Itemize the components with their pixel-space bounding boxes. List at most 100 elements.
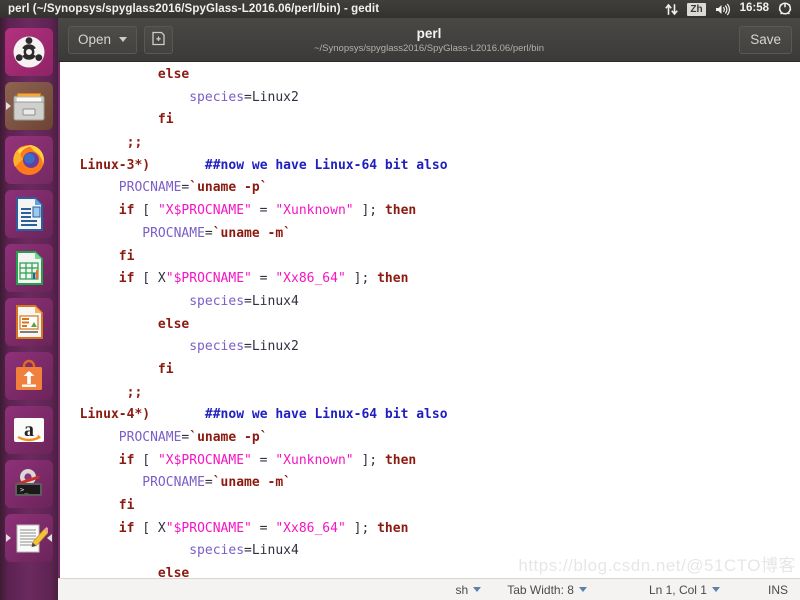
page-subtitle-path: ~/Synopsys/spyglass2016/SpyGlass-L2016.0…	[314, 42, 544, 54]
input-method-indicator[interactable]: Zh	[687, 2, 706, 16]
code-line[interactable]: if [ X"$PROCNAME" = "Xx86_64" ]; then	[60, 518, 800, 541]
code-token: "$PROCNAME"	[165, 520, 252, 536]
insert-mode-indicator[interactable]: INS	[768, 583, 788, 597]
code-token: ];	[345, 271, 378, 287]
source-code-view[interactable]: else species=Linux2 fi ;; Linux-3*) ##no…	[60, 64, 800, 578]
launcher-item-libreoffice-calc[interactable]	[5, 244, 53, 292]
code-line[interactable]: else	[60, 314, 800, 337]
code-line[interactable]: if [ X"$PROCNAME" = "Xx86_64" ]; then	[60, 268, 800, 291]
code-token: =Linux4	[244, 543, 299, 559]
code-line[interactable]: if [ "X$PROCNAME" = "Xunknown" ]; then	[60, 450, 800, 473]
code-token: =	[251, 203, 276, 219]
code-line[interactable]: PROCNAME=`uname -m`	[60, 223, 800, 246]
code-token: =	[251, 271, 276, 287]
tab-width-label: Tab Width: 8	[507, 582, 574, 597]
document-area[interactable]: else species=Linux2 fi ;; Linux-3*) ##no…	[58, 62, 800, 578]
launcher-item-libreoffice-impress[interactable]	[5, 298, 53, 346]
svg-text:a: a	[24, 419, 34, 441]
code-token: then	[384, 452, 417, 468]
code-line[interactable]: species=Linux4	[60, 540, 800, 563]
desktop-screen: perl (~/Synopsys/spyglass2016/SpyGlass-L…	[0, 0, 800, 600]
page-title: perl	[416, 25, 442, 41]
code-token: ;;	[126, 135, 143, 151]
network-up-down-icon[interactable]	[665, 3, 679, 16]
code-line[interactable]: PROCNAME=`uname -p`	[60, 427, 800, 450]
launcher-item-files[interactable]	[5, 82, 53, 130]
code-token: species	[189, 89, 245, 105]
code-line[interactable]: Linux-3*) ##now we have Linux-64 bit als…	[60, 155, 800, 178]
code-token: PROCNAME	[142, 225, 205, 241]
launcher-item-system-settings[interactable]: >_	[5, 460, 53, 508]
code-token: "Xunknown"	[275, 452, 354, 468]
code-token: "Xx86_64"	[275, 271, 346, 287]
save-button[interactable]: Save	[739, 25, 792, 54]
code-line[interactable]: Linux-4*) ##now we have Linux-64 bit als…	[60, 404, 800, 427]
code-token: `uname -m`	[212, 225, 292, 241]
code-line[interactable]: PROCNAME=`uname -p`	[60, 177, 800, 200]
code-token: "Xunknown"	[275, 203, 354, 219]
code-line[interactable]: else	[60, 64, 800, 87]
code-token: "Xx86_64"	[275, 520, 346, 536]
language-label: sh	[455, 582, 469, 597]
language-selector[interactable]: sh	[456, 583, 482, 597]
ubuntu-software-icon	[16, 359, 42, 390]
firefox-icon	[13, 145, 44, 175]
code-line[interactable]: else	[60, 563, 800, 578]
code-line[interactable]: if [ "X$PROCNAME" = "Xunknown" ]; then	[60, 200, 800, 223]
svg-text:>_: >_	[20, 486, 29, 494]
code-line[interactable]: fi	[60, 359, 800, 382]
launcher-item-gedit[interactable]	[5, 514, 53, 562]
launcher-item-libreoffice-writer[interactable]	[5, 190, 53, 238]
code-token: =	[204, 475, 213, 491]
launcher-running-arrow-icon	[6, 534, 11, 542]
window-title-panel: perl (~/Synopsys/spyglass2016/SpyGlass-L…	[8, 3, 380, 15]
code-line[interactable]: ;;	[60, 382, 800, 405]
code-line[interactable]: PROCNAME=`uname -m`	[60, 472, 800, 495]
code-line[interactable]: species=Linux2	[60, 87, 800, 110]
cursor-position-selector[interactable]: Ln 1, Col 1	[649, 583, 720, 597]
code-token: if	[118, 520, 135, 536]
launcher-item-amazon[interactable]: a	[5, 406, 53, 454]
launcher-item-ubuntu-software[interactable]	[5, 352, 53, 400]
power-gear-icon[interactable]	[778, 2, 792, 16]
libreoffice-calc-icon	[16, 251, 43, 285]
indicator-tray: Zh 16:58	[665, 2, 792, 16]
code-token: else	[157, 566, 190, 578]
code-token: `uname -p`	[189, 180, 268, 196]
code-token: `uname -m`	[212, 475, 292, 491]
code-token: "$PROCNAME"	[165, 271, 252, 287]
code-line[interactable]: fi	[60, 495, 800, 518]
volume-speaker-icon[interactable]	[715, 3, 731, 16]
code-line[interactable]: ;;	[60, 132, 800, 155]
code-token: species	[189, 339, 245, 355]
code-line[interactable]: fi	[60, 246, 800, 269]
cursor-position-label: Ln 1, Col 1	[648, 582, 707, 597]
save-as-button[interactable]	[144, 25, 174, 54]
code-line[interactable]: species=Linux4	[60, 291, 800, 314]
chevron-down-icon	[473, 587, 482, 592]
code-token: if	[118, 452, 135, 468]
launcher-item-ubuntu-dash[interactable]	[5, 28, 53, 76]
tab-width-selector[interactable]: Tab Width: 8	[507, 583, 587, 597]
code-token: species	[189, 543, 245, 559]
code-token: fi	[157, 112, 174, 128]
code-line[interactable]: fi	[60, 109, 800, 132]
code-token: "X$PROCNAME"	[157, 203, 252, 219]
open-button[interactable]: Open	[68, 25, 138, 54]
code-token: =	[204, 225, 213, 241]
code-line[interactable]: species=Linux2	[60, 336, 800, 359]
code-token: ];	[353, 452, 385, 468]
launcher-item-firefox[interactable]	[5, 136, 53, 184]
clock-indicator[interactable]: 16:58	[740, 3, 769, 15]
